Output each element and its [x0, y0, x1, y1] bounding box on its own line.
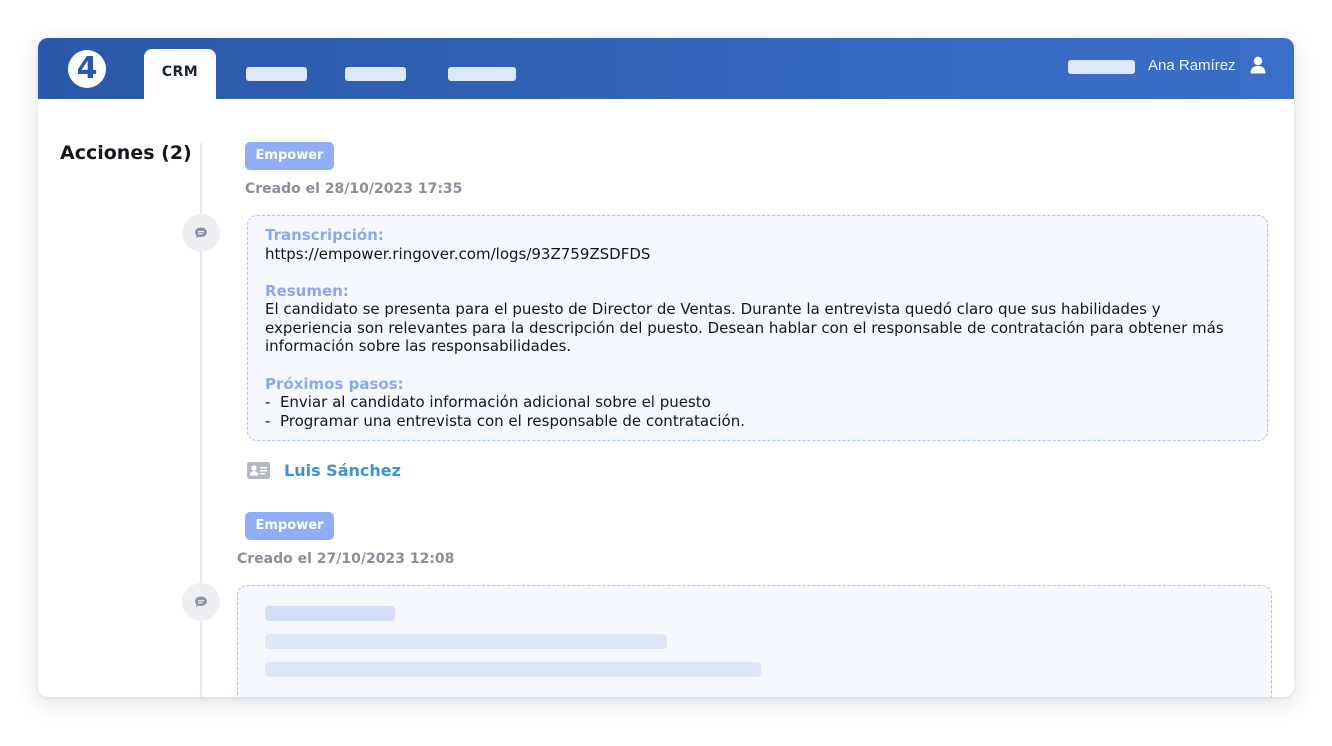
created-date: Creado el 27/10/2023 12:08 — [237, 551, 455, 567]
tab-placeholder-1[interactable] — [246, 67, 307, 81]
action-note-loading — [237, 585, 1272, 697]
timeline-dot — [182, 214, 220, 252]
transcription-label: Transcripción: — [265, 226, 384, 244]
action-note: Transcripción: https://empower.ringover.… — [247, 215, 1268, 441]
next-step-item: - Programar una entrevista con el respon… — [265, 412, 745, 430]
header-placeholder[interactable] — [1068, 60, 1135, 74]
contact-card-icon — [247, 462, 270, 479]
skeleton-line — [265, 634, 667, 649]
created-date: Creado el 28/10/2023 17:35 — [245, 181, 463, 197]
chat-bubble-icon — [195, 596, 207, 608]
user-name[interactable]: Ana Ramírez — [1148, 57, 1236, 74]
actions-title: Acciones (2) — [60, 142, 192, 164]
summary-label: Resumen: — [265, 282, 349, 300]
transcription-link[interactable]: https://empower.ringover.com/logs/93Z759… — [265, 245, 650, 264]
next-step-item: - Enviar al candidato información adicio… — [265, 393, 711, 411]
chat-bubble-icon — [195, 227, 207, 239]
crm-card: 4 CRM Ana Ramírez Acciones (2) Empower C… — [38, 38, 1294, 697]
next-steps-label: Próximos pasos: — [265, 375, 404, 393]
timeline-dot — [182, 583, 220, 621]
tab-placeholder-2[interactable] — [345, 67, 406, 81]
skeleton-line — [265, 606, 395, 621]
source-badge: Empower — [245, 142, 334, 170]
summary-text: El candidato se presenta para el puesto … — [265, 300, 1229, 355]
source-badge: Empower — [245, 512, 334, 540]
app-logo[interactable]: 4 — [68, 50, 106, 88]
user-icon[interactable] — [1249, 56, 1267, 74]
tab-placeholder-3[interactable] — [448, 67, 516, 81]
top-navigation-bar: 4 CRM Ana Ramírez — [38, 38, 1294, 99]
skeleton-line — [265, 662, 761, 677]
tab-crm[interactable]: CRM — [144, 49, 216, 99]
contact-link[interactable]: Luis Sánchez — [284, 461, 401, 480]
